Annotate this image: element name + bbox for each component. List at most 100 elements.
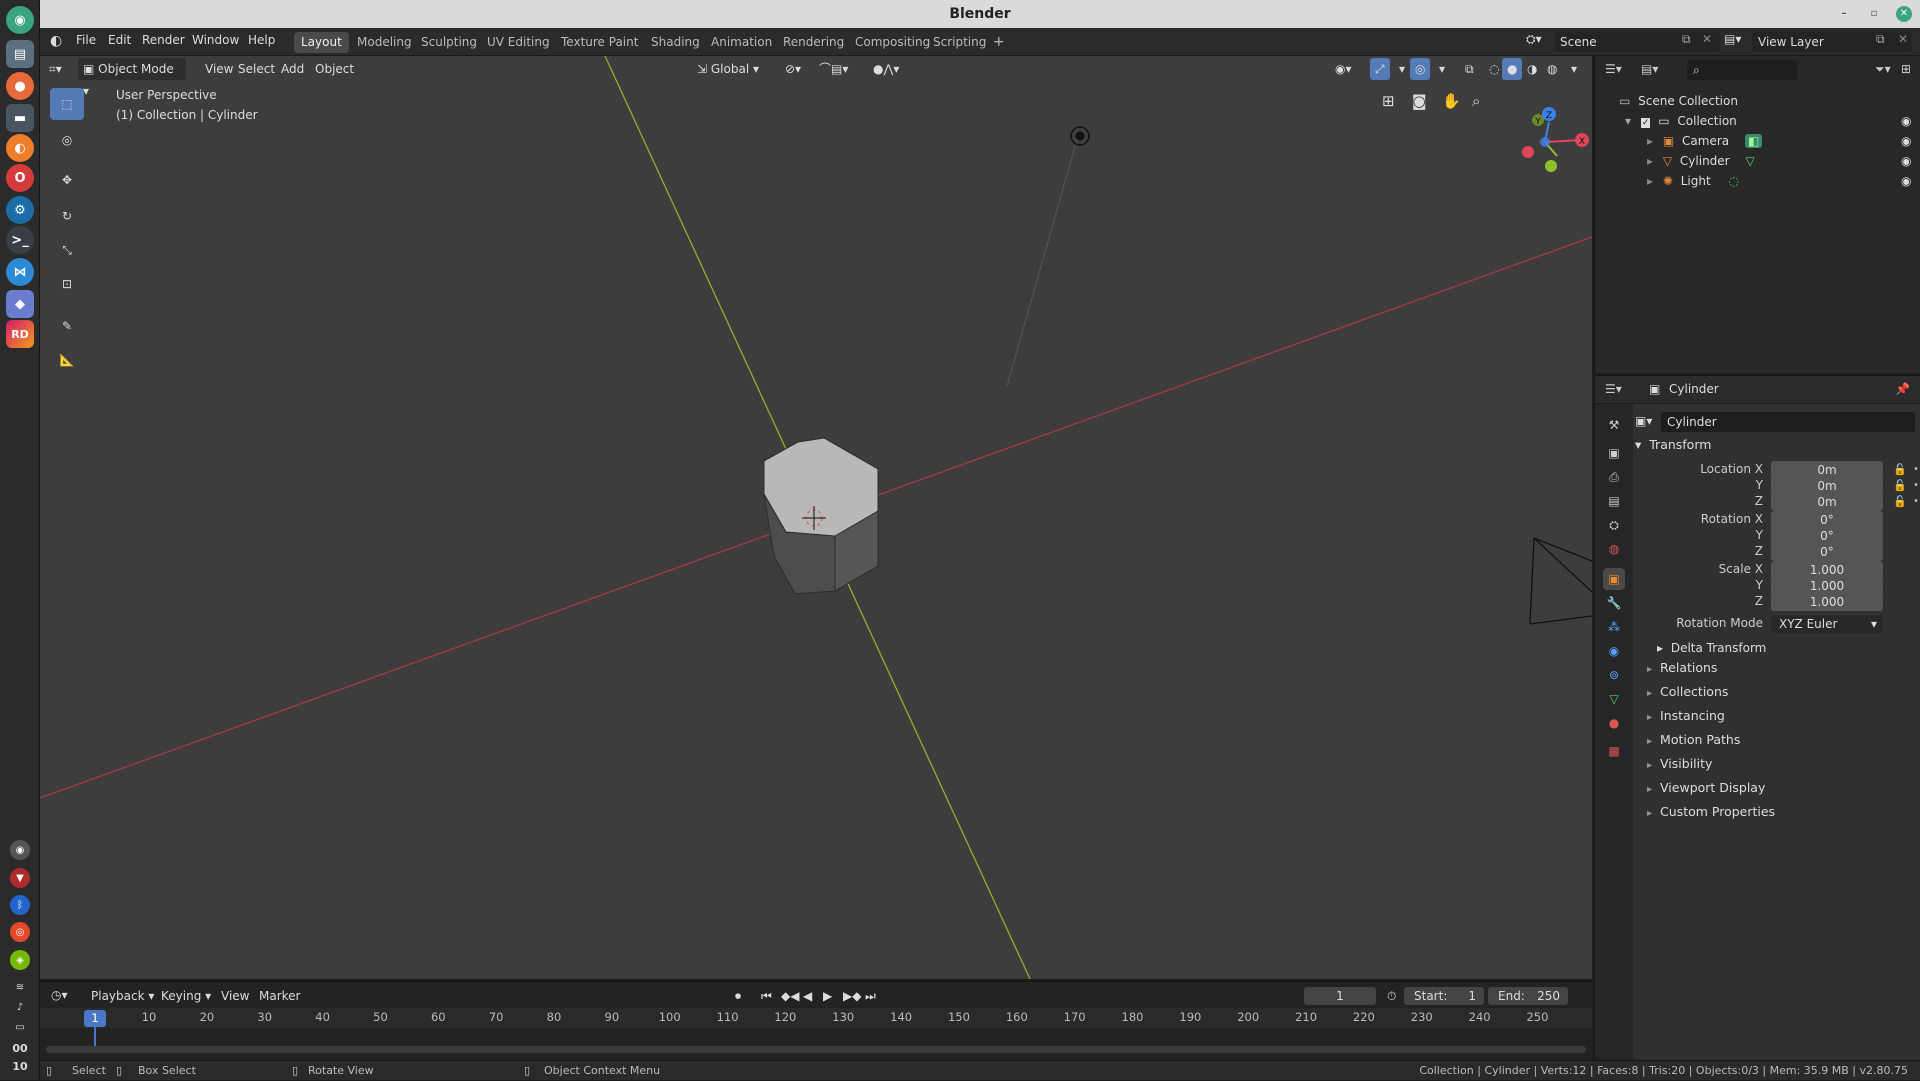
object-name-field[interactable]: Cylinder <box>1661 412 1915 432</box>
custom-properties-panel-header[interactable]: Custom Properties <box>1647 804 1775 819</box>
viewport-display-panel-header[interactable]: Viewport Display <box>1647 780 1765 795</box>
camera-view-icon[interactable]: ◙ <box>1412 92 1427 110</box>
chrome-tray-icon[interactable]: ◎ <box>10 922 30 942</box>
select-box-tool-icon[interactable]: ⬚ <box>50 88 84 120</box>
menu-select[interactable]: Select <box>233 58 280 80</box>
end-frame-field[interactable]: End: 250 <box>1488 987 1568 1005</box>
visibility-eye-icon[interactable]: ◉ <box>1901 171 1911 191</box>
gizmo-dropdown-icon[interactable]: ▾ <box>1394 58 1410 80</box>
tab-uv-editing[interactable]: UV Editing <box>480 32 557 53</box>
mesh-data-icon[interactable]: ▽ <box>1745 154 1754 168</box>
shading-solid-icon[interactable]: ● <box>1502 58 1523 80</box>
scene-selector-icon[interactable]: ⛭▾ <box>1526 32 1542 47</box>
tool-tab-icon[interactable]: ⚒ <box>1603 414 1625 436</box>
properties-editor-type-icon[interactable]: ☰▾ <box>1605 382 1622 396</box>
cursor-tool-icon[interactable]: ◎ <box>50 124 84 156</box>
shading-dropdown-icon[interactable]: ▾ <box>1566 58 1582 80</box>
menu-playback[interactable]: Playback ▾ <box>86 985 159 1007</box>
outliner-row-camera[interactable]: ▸ ▣ Camera ◧ ◉ <box>1595 131 1920 151</box>
collapse-chevron-icon[interactable]: ▾ <box>1625 114 1631 128</box>
tab-rendering[interactable]: Rendering <box>776 32 851 53</box>
opera-icon[interactable]: O <box>6 164 34 192</box>
stopwatch-icon[interactable]: ⏱ <box>1382 985 1401 1007</box>
editor-type-icon[interactable]: ⌗▾ <box>44 58 67 80</box>
steam-icon[interactable]: ⚙ <box>6 196 34 224</box>
menu-timeline-view[interactable]: View <box>216 985 254 1007</box>
blender-app-icon[interactable]: ◐ <box>6 134 34 162</box>
move-tool-icon[interactable]: ✥ <box>50 164 84 196</box>
lock-icons[interactable]: 🔓 🔓 🔓 <box>1893 462 1907 510</box>
relations-panel-header[interactable]: Relations <box>1647 660 1717 675</box>
render-tab-icon[interactable]: ▣ <box>1603 442 1625 464</box>
outliner-search-input[interactable]: ⌕ <box>1687 60 1797 80</box>
menu-marker[interactable]: Marker <box>254 985 305 1007</box>
outliner-row-collection[interactable]: ▾ ✓ ▭ Collection ◉ <box>1595 111 1920 131</box>
shading-material-icon[interactable]: ◑ <box>1522 58 1542 80</box>
add-workspace-button[interactable]: + <box>986 32 1012 53</box>
measure-tool-icon[interactable]: 📐 <box>50 344 84 376</box>
jump-start-icon[interactable]: ⏮ <box>756 985 777 1007</box>
transform-panel-header[interactable]: ▾ Transform <box>1635 437 1711 452</box>
3d-viewport[interactable]: ⌗▾ ▣ Object Mode ▾ View Select Add Objec… <box>40 56 1592 979</box>
volume-icon[interactable]: ♪ <box>10 997 30 1017</box>
tab-scripting[interactable]: Scripting <box>926 32 993 53</box>
data-tab-icon[interactable]: ▽ <box>1603 688 1625 710</box>
toggle-ortho-icon[interactable]: ⊞ <box>1382 92 1395 110</box>
browser-icon[interactable]: ● <box>6 72 34 100</box>
visibility-eye-icon[interactable]: ◉ <box>1901 131 1911 151</box>
record-icon[interactable]: ⏺ <box>730 985 746 1007</box>
visibility-eye-icon[interactable]: ◉ <box>1901 111 1911 131</box>
object-name-icon[interactable]: ▣▾ <box>1635 414 1652 428</box>
expand-chevron-icon[interactable]: ▸ <box>1647 134 1653 148</box>
play-reverse-icon[interactable]: ◀ <box>798 985 817 1007</box>
tab-sculpting[interactable]: Sculpting <box>414 32 484 53</box>
navigation-gizmo[interactable]: Z X Y <box>1502 94 1592 184</box>
gizmo-toggle-icon[interactable]: ⤢ <box>1370 58 1390 80</box>
close-icon[interactable]: ✕ <box>1896 6 1912 22</box>
snap-icon[interactable]: ⌒▤▾ <box>814 58 853 80</box>
shield-tray-icon[interactable]: ▼ <box>10 868 30 888</box>
remove-scene-icon[interactable]: ✕ <box>1702 32 1712 46</box>
visibility-eye-icon[interactable]: ◉ <box>1901 151 1911 171</box>
new-collection-icon[interactable]: ⊞ <box>1901 62 1911 76</box>
terminal-icon[interactable]: >_ <box>6 226 34 254</box>
rider-icon[interactable]: RD <box>6 320 34 348</box>
filter-icon[interactable]: ⏷▾ <box>1875 62 1891 77</box>
timeline-scrollbar[interactable] <box>46 1046 1586 1053</box>
file-browser-icon[interactable]: ▤ <box>6 40 34 68</box>
menu-keying[interactable]: Keying ▾ <box>156 985 216 1007</box>
playhead-frame[interactable]: 1 <box>84 1010 106 1027</box>
menu-add[interactable]: Add <box>276 58 309 80</box>
overlay-dropdown-icon[interactable]: ▾ <box>1434 58 1450 80</box>
display-mode-icon[interactable]: ▤▾ <box>1641 62 1658 76</box>
constraints-tab-icon[interactable]: ⊚ <box>1603 664 1625 686</box>
instancing-panel-header[interactable]: Instancing <box>1647 708 1725 723</box>
camera-data-icon[interactable]: ◧ <box>1744 134 1763 148</box>
menu-file[interactable]: File <box>76 33 96 47</box>
pin-icon[interactable]: 📌 <box>1895 382 1910 396</box>
location-z-field[interactable]: 0m <box>1771 493 1883 511</box>
menu-help[interactable]: Help <box>248 33 275 47</box>
tab-texture-paint[interactable]: Texture Paint <box>554 32 645 53</box>
current-frame-field[interactable]: 1 <box>1304 987 1376 1005</box>
remove-view-layer-icon[interactable]: ✕ <box>1898 32 1908 46</box>
visual-studio-icon[interactable]: ◆ <box>6 290 34 318</box>
wifi-icon[interactable]: ≋ <box>10 977 30 997</box>
modifier-tab-icon[interactable]: 🔧 <box>1603 592 1625 614</box>
jump-end-icon[interactable]: ⏭ <box>860 985 881 1007</box>
collection-checkbox[interactable]: ✓ <box>1640 118 1651 128</box>
scale-z-field[interactable]: 1.000 <box>1771 593 1883 611</box>
minimize-icon[interactable]: – <box>1836 6 1852 22</box>
xray-icon[interactable]: ⧉ <box>1460 58 1479 80</box>
visibility-panel-header[interactable]: Visibility <box>1647 756 1712 771</box>
outliner-row-light[interactable]: ▸ ✺ Light ◌ ◉ <box>1595 171 1920 191</box>
rotate-tool-icon[interactable]: ↻ <box>50 200 84 232</box>
rotation-z-field[interactable]: 0° <box>1771 543 1883 561</box>
expand-chevron-icon[interactable]: ▸ <box>1647 174 1653 188</box>
world-tab-icon[interactable]: ◍ <box>1603 538 1625 560</box>
collections-panel-header[interactable]: Collections <box>1647 684 1728 699</box>
light-data-icon[interactable]: ◌ <box>1729 174 1739 188</box>
orientation-selector[interactable]: ⇲ Global ▾ <box>692 58 772 80</box>
view-layer-field[interactable]: View Layer <box>1752 32 1912 52</box>
outliner-row-cylinder[interactable]: ▸ ▽ Cylinder ▽ ◉ <box>1595 151 1920 171</box>
